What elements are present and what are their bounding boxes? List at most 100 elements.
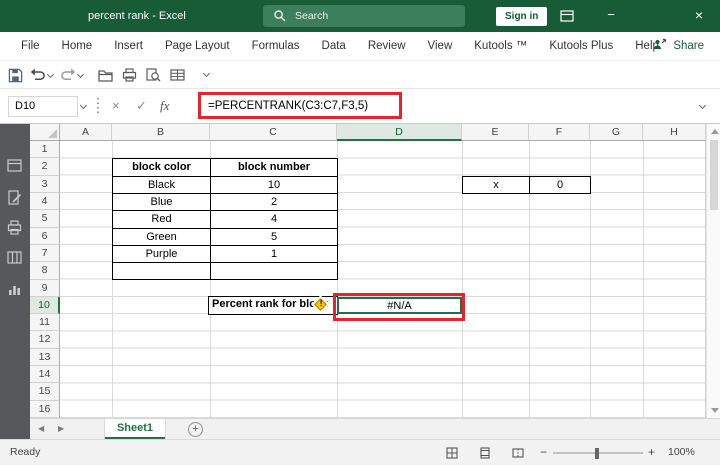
pane-icon-5[interactable]: [7, 282, 22, 297]
ribbon-tab[interactable]: View: [417, 32, 464, 60]
column-header[interactable]: B: [112, 124, 210, 141]
formula-input[interactable]: =PERCENTRANK(C3:C7,F3,5): [208, 89, 368, 123]
redo-icon[interactable]: [60, 68, 76, 81]
next-sheet-icon[interactable]: ▶: [58, 419, 64, 439]
save-icon[interactable]: [8, 68, 23, 83]
redo-dropdown-icon[interactable]: [76, 70, 85, 79]
column-header[interactable]: E: [462, 124, 529, 141]
excel-window: percent rank - Excel Search Sign in − × …: [0, 0, 720, 465]
expand-formula-bar-icon[interactable]: [698, 101, 707, 110]
block-number-cell[interactable]: 2: [211, 193, 338, 212]
block-color-cell[interactable]: Green: [113, 228, 211, 246]
cancel-icon[interactable]: ×: [112, 89, 120, 123]
block-color-cell[interactable]: Blue: [113, 193, 211, 212]
scrollbar-thumb[interactable]: [709, 140, 718, 210]
block-number-cell[interactable]: 1: [211, 245, 338, 264]
search-box[interactable]: Search: [263, 5, 465, 27]
ribbon-tab[interactable]: Kutools ™: [463, 32, 538, 60]
sheet-tab-bar: ◀ ▶ Sheet1 +: [0, 418, 720, 439]
table-header-cell[interactable]: block color: [113, 159, 211, 177]
table-header-cell[interactable]: block number: [211, 159, 338, 177]
row-header[interactable]: 7: [30, 244, 60, 263]
column-header[interactable]: F: [529, 124, 590, 141]
ribbon-display-options-icon[interactable]: [560, 9, 574, 23]
close-button[interactable]: ×: [678, 0, 720, 32]
select-all-corner[interactable]: [30, 124, 60, 141]
block-color-cell[interactable]: Purple: [113, 245, 211, 264]
name-box-dropdown-icon[interactable]: [79, 101, 88, 110]
minimize-button[interactable]: −: [594, 0, 628, 32]
undo-dropdown-icon[interactable]: [46, 70, 55, 79]
column-header[interactable]: A: [60, 124, 112, 141]
ribbon-tab[interactable]: Data: [311, 32, 357, 60]
zoom-out-button[interactable]: −: [540, 440, 547, 465]
sign-in-button[interactable]: Sign in: [496, 7, 548, 26]
undo-icon[interactable]: [30, 68, 46, 81]
column-header[interactable]: H: [643, 124, 706, 141]
pane-icon-3[interactable]: [7, 220, 22, 235]
block-number-cell[interactable]: [211, 263, 338, 281]
row-header[interactable]: 8: [30, 262, 60, 280]
row-header[interactable]: 14: [30, 366, 60, 384]
block-color-cell[interactable]: [113, 263, 211, 281]
table-row: Blue 2: [113, 193, 338, 212]
row-header[interactable]: 3: [30, 175, 60, 193]
ribbon-tab[interactable]: Kutools Plus: [538, 32, 624, 60]
pane-icon-1[interactable]: [7, 158, 22, 173]
pane-icon-4[interactable]: [7, 250, 22, 265]
block-color-cell[interactable]: Red: [113, 211, 211, 229]
column-header[interactable]: D: [337, 124, 462, 141]
insert-function-icon[interactable]: fx: [160, 89, 169, 123]
row-header[interactable]: 9: [30, 279, 60, 297]
scroll-down-icon[interactable]: [710, 408, 719, 413]
block-number-cell[interactable]: 5: [211, 228, 338, 246]
column-header[interactable]: C: [210, 124, 337, 141]
ribbon-tab[interactable]: File: [10, 32, 51, 60]
row-header[interactable]: 12: [30, 331, 60, 349]
enter-icon[interactable]: ✓: [136, 89, 147, 123]
ribbon-tab[interactable]: Page Layout: [154, 32, 241, 60]
row-header[interactable]: 4: [30, 192, 60, 211]
qat-extra-icon-2[interactable]: [122, 68, 137, 82]
ribbon-tab[interactable]: Insert: [103, 32, 154, 60]
qat-extra-icon-4[interactable]: [170, 68, 185, 82]
qat-extra-icon-1[interactable]: [98, 68, 113, 82]
block-number-cell[interactable]: 4: [211, 211, 338, 229]
name-box[interactable]: D10: [8, 96, 78, 117]
pane-icon-2[interactable]: [7, 190, 22, 205]
gridline: [643, 141, 644, 418]
ribbon-tab[interactable]: Formulas: [241, 32, 311, 60]
block-number-cell[interactable]: 10: [211, 176, 338, 194]
row-header[interactable]: 11: [30, 314, 60, 332]
ribbon-tab[interactable]: Home: [51, 32, 104, 60]
add-sheet-button[interactable]: +: [188, 422, 203, 437]
lookup-label-cell[interactable]: x: [463, 176, 530, 194]
row-header[interactable]: 2: [30, 158, 60, 176]
row-header[interactable]: 1: [30, 141, 60, 159]
row-header[interactable]: 16: [30, 400, 60, 418]
page-layout-view-icon[interactable]: [479, 447, 491, 459]
qat-extra-icon-3[interactable]: [146, 68, 161, 82]
zoom-level[interactable]: 100%: [668, 440, 695, 465]
row-header[interactable]: 13: [30, 348, 60, 367]
page-break-view-icon[interactable]: [512, 447, 524, 459]
row-header[interactable]: 6: [30, 227, 60, 245]
prev-sheet-icon[interactable]: ◀: [38, 419, 44, 439]
block-color-cell[interactable]: Black: [113, 176, 211, 194]
zoom-in-button[interactable]: +: [648, 440, 655, 465]
row-header[interactable]: 10: [30, 296, 60, 315]
block-table: block color block number Black 10 Blue 2…: [112, 158, 338, 281]
customize-qat-icon[interactable]: [202, 69, 211, 78]
scroll-up-icon[interactable]: [710, 129, 719, 134]
selected-cell-d10[interactable]: #N/A: [337, 296, 462, 315]
ribbon-tab[interactable]: Review: [357, 32, 417, 60]
zoom-slider-thumb[interactable]: [595, 447, 599, 459]
vertical-scrollbar[interactable]: [706, 124, 720, 418]
sheet-tab-active[interactable]: Sheet1: [104, 419, 166, 439]
normal-view-icon[interactable]: [446, 447, 458, 459]
row-header[interactable]: 15: [30, 383, 60, 401]
column-header[interactable]: G: [590, 124, 643, 141]
share-button[interactable]: Share: [653, 32, 704, 60]
row-header[interactable]: 5: [30, 210, 60, 228]
lookup-value-cell[interactable]: 0: [530, 176, 591, 194]
